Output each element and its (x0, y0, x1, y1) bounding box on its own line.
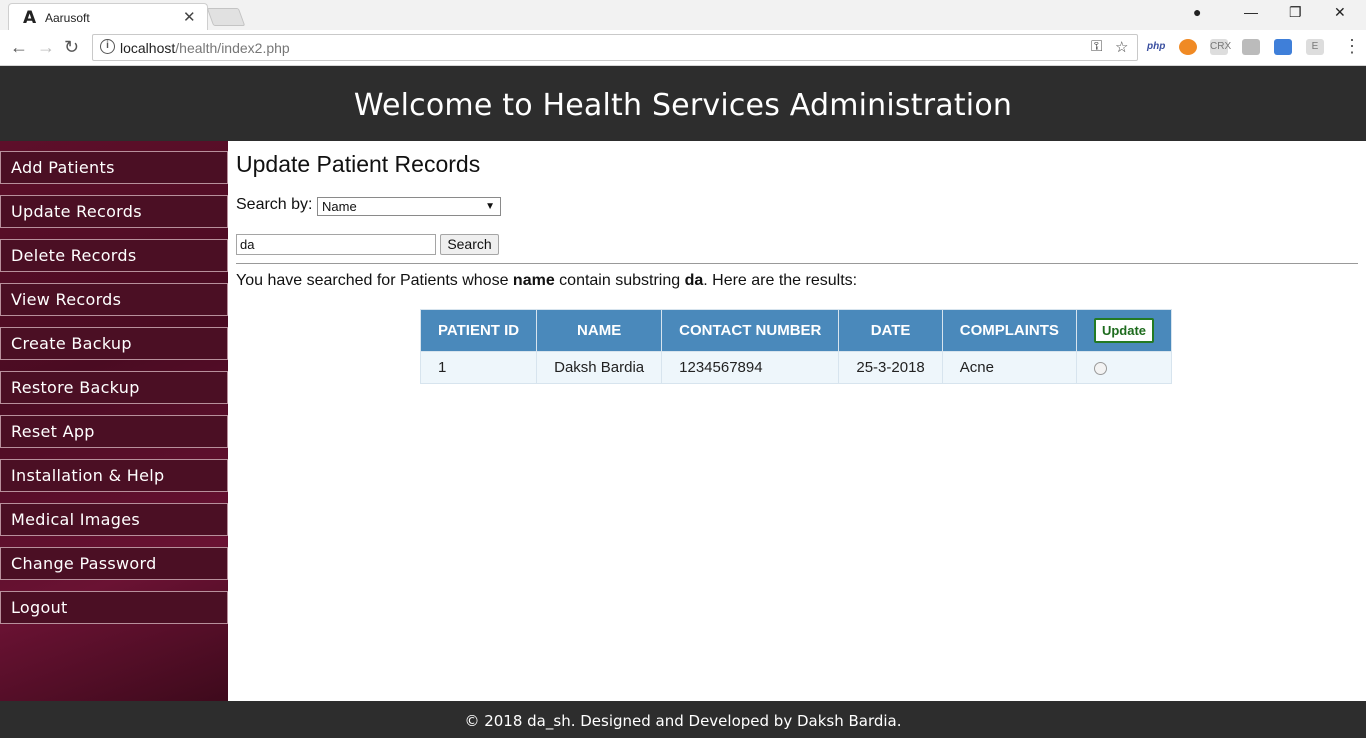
star-icon[interactable]: ☆ (1115, 38, 1128, 56)
sidebar-item-view-records[interactable]: View Records (0, 283, 228, 316)
crx-extension-icon[interactable]: CRX (1210, 39, 1231, 55)
browser-tab[interactable]: A Aarusoft ✕ (8, 3, 208, 30)
cube-extension-icon[interactable] (1242, 39, 1260, 55)
column-header: PATIENT ID (419, 309, 538, 352)
sidebar-item-label: Reset App (11, 422, 95, 441)
page-header-title: Welcome to Health Services Administratio… (353, 88, 1013, 123)
sidebar-item-label: Delete Records (11, 246, 137, 265)
restore-icon[interactable]: ❐ (1289, 4, 1302, 21)
address-bar[interactable]: i localhost/health/index2.php ⚿ ☆ (92, 34, 1138, 61)
notes-extension-icon[interactable] (1274, 39, 1292, 55)
sidebar-item-label: Installation & Help (11, 466, 165, 485)
e-extension-icon[interactable]: E (1306, 39, 1324, 55)
page-footer: © 2018 da_sh. Designed and Developed by … (0, 701, 1366, 738)
cell-date: 25-3-2018 (838, 351, 943, 384)
row-select-radio[interactable] (1093, 361, 1107, 375)
sidebar-item-label: Update Records (11, 202, 142, 221)
search-by-select[interactable]: Name ▼ (317, 197, 501, 216)
page-header: Welcome to Health Services Administratio… (0, 66, 1366, 141)
basketball-extension-icon[interactable] (1179, 39, 1197, 55)
dropdown-arrow-icon: ▼ (485, 201, 495, 212)
sidebar: Add Patients Update Records Delete Recor… (0, 141, 228, 701)
table-header-row: PATIENT ID NAME CONTACT NUMBER DATE COMP… (419, 309, 1173, 352)
browser-tabbar: A Aarusoft ✕ ● — ❐ ✕ (0, 0, 1366, 30)
search-by-label: Search by: (236, 196, 313, 213)
search-result-message: You have searched for Patients whose nam… (236, 272, 858, 289)
sidebar-item-label: Create Backup (11, 334, 132, 353)
update-header: Update (1075, 309, 1173, 352)
sidebar-item-installation-help[interactable]: Installation & Help (0, 459, 228, 492)
column-header: CONTACT NUMBER (661, 309, 840, 352)
search-input[interactable]: da (236, 234, 436, 255)
browser-toolbar: ← → ↻ i localhost/health/index2.php ⚿ ☆ … (0, 30, 1366, 66)
close-window-icon[interactable]: ✕ (1334, 4, 1346, 21)
sidebar-item-label: Medical Images (11, 510, 141, 529)
table-row: 1 Daksh Bardia 1234567894 25-3-2018 Acne (419, 351, 1173, 384)
cell-select (1075, 351, 1173, 384)
main-content: Update Patient Records Search by: Name ▼… (228, 141, 1366, 701)
sidebar-item-delete-records[interactable]: Delete Records (0, 239, 228, 272)
sidebar-item-label: Restore Backup (11, 378, 140, 397)
sidebar-item-change-password[interactable]: Change Password (0, 547, 228, 580)
profile-icon[interactable]: ● (1193, 4, 1201, 20)
sidebar-item-logout[interactable]: Logout (0, 591, 228, 624)
footer-text: © 2018 da_sh. Designed and Developed by … (464, 712, 902, 730)
sidebar-item-restore-backup[interactable]: Restore Backup (0, 371, 228, 404)
php-extension-icon[interactable]: php (1147, 39, 1165, 55)
menu-icon[interactable]: ⋮ (1343, 36, 1361, 57)
search-button[interactable]: Search (440, 234, 499, 255)
sidebar-item-label: View Records (11, 290, 122, 309)
sidebar-item-medical-images[interactable]: Medical Images (0, 503, 228, 536)
info-icon[interactable]: i (100, 39, 115, 54)
back-icon[interactable]: ← (10, 37, 28, 58)
sidebar-item-label: Change Password (11, 554, 157, 573)
reload-icon[interactable]: ↻ (64, 37, 79, 58)
page-title: Update Patient Records (236, 151, 481, 177)
sidebar-item-label: Add Patients (11, 158, 115, 177)
cell-patient-id: 1 (419, 351, 538, 384)
url-text: localhost/health/index2.php (120, 40, 290, 56)
search-by-selected: Name (322, 199, 357, 214)
cell-contact: 1234567894 (661, 351, 840, 384)
results-table: PATIENT ID NAME CONTACT NUMBER DATE COMP… (419, 309, 1173, 384)
cell-complaints: Acne (941, 351, 1077, 384)
new-tab-button[interactable] (206, 8, 246, 26)
tab-close-icon[interactable]: ✕ (183, 8, 196, 26)
key-icon[interactable]: ⚿ (1091, 38, 1102, 55)
cell-name: Daksh Bardia (536, 351, 663, 384)
sidebar-item-add-patients[interactable]: Add Patients (0, 151, 228, 184)
column-header: COMPLAINTS (941, 309, 1077, 352)
sidebar-item-reset-app[interactable]: Reset App (0, 415, 228, 448)
site-logo-icon: A (23, 8, 37, 28)
sidebar-item-create-backup[interactable]: Create Backup (0, 327, 228, 360)
result-term: da (684, 272, 704, 289)
sidebar-item-label: Logout (11, 598, 68, 617)
column-header: DATE (838, 309, 943, 352)
update-button[interactable]: Update (1093, 318, 1154, 343)
sidebar-item-update-records[interactable]: Update Records (0, 195, 228, 228)
tab-title: Aarusoft (45, 11, 90, 25)
result-field: name (512, 272, 555, 289)
column-header: NAME (536, 309, 663, 352)
divider (236, 263, 1358, 264)
forward-icon[interactable]: → (37, 37, 55, 58)
minimize-icon[interactable]: — (1244, 4, 1258, 20)
